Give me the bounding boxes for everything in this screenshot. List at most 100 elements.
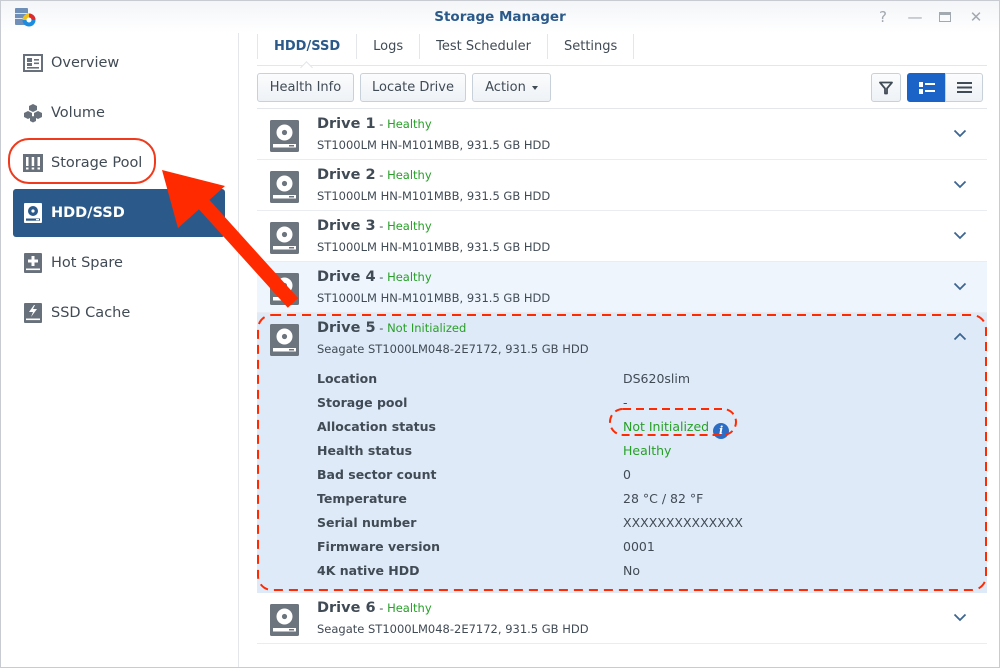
sidebar-item-hot-spare[interactable]: Hot Spare (13, 239, 225, 287)
detail-value: Healthy (623, 443, 671, 458)
drive-model: ST1000LM HN-M101MBB, 931.5 GB HDD (317, 240, 551, 254)
drive-row[interactable]: Drive 6 - Healthy Seagate ST1000LM048-2E7… (257, 593, 987, 644)
drive-title: Drive 6 - Healthy (317, 600, 432, 616)
tab-logs[interactable]: Logs (357, 34, 421, 59)
info-icon[interactable]: i (713, 423, 730, 439)
detail-value: 0001 (623, 539, 655, 554)
sidebar-item-label: Hot Spare (51, 255, 123, 271)
drive-title: Drive 4 - Healthy (317, 269, 432, 285)
drive-row[interactable]: Drive 3 - Healthy ST1000LM HN-M101MBB, 93… (257, 211, 987, 262)
drive-separator: - (375, 321, 388, 335)
tab-test-scheduler[interactable]: Test Scheduler (420, 34, 548, 59)
action-label: Action (485, 80, 526, 95)
detail-row: Serial number XXXXXXXXXXXXXX (317, 515, 917, 539)
list-detail-icon (918, 82, 935, 94)
detail-value-text: Not Initialized (623, 419, 710, 434)
sidebar-item-hdd-ssd[interactable]: HDD/SSD (13, 189, 225, 237)
detail-key: Bad sector count (317, 467, 437, 482)
view-list-button[interactable] (945, 73, 983, 102)
action-button[interactable]: Action (472, 73, 551, 102)
sidebar-item-volume[interactable]: Volume (13, 89, 225, 137)
drive-name: Drive 4 (317, 269, 376, 285)
drive-name: Drive 2 (317, 167, 376, 183)
hdd-icon (23, 203, 43, 223)
detail-value: XXXXXXXXXXXXXX (623, 515, 743, 530)
maximize-button[interactable] (935, 7, 955, 27)
drive-model: ST1000LM HN-M101MBB, 931.5 GB HDD (317, 291, 551, 305)
chevron-down-icon[interactable] (953, 279, 967, 293)
chevron-down-icon[interactable] (953, 177, 967, 191)
detail-value: - (623, 395, 628, 410)
detail-row: Bad sector count 0 (317, 467, 917, 491)
detail-row: Health status Healthy (317, 443, 917, 467)
sidebar-item-overview[interactable]: Overview (13, 39, 225, 87)
minimize-button[interactable]: — (905, 7, 925, 27)
detail-value: Not Initialized i (623, 419, 730, 439)
detail-row: Temperature 28 °C / 82 °F (317, 491, 917, 515)
hot-spare-icon (23, 253, 43, 273)
health-info-button[interactable]: Health Info (257, 73, 354, 102)
sidebar: Overview Volume Storage Pool HDD/SSD Hot… (1, 33, 239, 667)
detail-key: Temperature (317, 491, 407, 506)
main-panel: HDD/SSD Logs Test Scheduler Settings Hea… (241, 33, 999, 667)
drive-separator: - (375, 117, 388, 131)
drive-model: ST1000LM HN-M101MBB, 931.5 GB HDD (317, 138, 551, 152)
chevron-down-icon[interactable] (953, 126, 967, 140)
detail-value: 0 (623, 467, 631, 482)
toolbar: Health Info Locate Drive Action (257, 73, 987, 109)
storage-manager-window: Storage Manager ? — ✕ Overview Volume St… (0, 0, 1000, 668)
drive-title: Drive 2 - Healthy (317, 167, 432, 183)
chevron-up-icon[interactable] (953, 330, 967, 344)
detail-row: 4K native HDD No (317, 563, 917, 587)
close-button[interactable]: ✕ (966, 7, 986, 27)
chevron-down-icon[interactable] (953, 228, 967, 242)
overview-icon (23, 53, 43, 73)
tab-settings[interactable]: Settings (548, 34, 635, 59)
sidebar-item-label: Storage Pool (51, 155, 143, 171)
detail-value-text: DS620slim (623, 371, 691, 386)
storage-pool-icon (23, 153, 43, 173)
hdd-icon (270, 222, 299, 254)
drive-name: Drive 1 (317, 116, 376, 132)
sidebar-item-ssd-cache[interactable]: SSD Cache (13, 289, 225, 337)
drive-status: Healthy (387, 601, 432, 615)
drive-model: Seagate ST1000LM048-2E7172, 931.5 GB HDD (317, 622, 589, 636)
hdd-icon (270, 604, 299, 636)
drive-title: Drive 1 - Healthy (317, 116, 432, 132)
drive-model: ST1000LM HN-M101MBB, 931.5 GB HDD (317, 189, 551, 203)
detail-key: 4K native HDD (317, 563, 420, 578)
drive-name: Drive 5 (317, 320, 376, 336)
help-button[interactable]: ? (873, 7, 893, 27)
filter-button[interactable] (871, 73, 901, 102)
drive-name: Drive 6 (317, 600, 376, 616)
detail-row: Firmware version 0001 (317, 539, 917, 563)
tab-hdd-ssd[interactable]: HDD/SSD (257, 34, 358, 59)
drive-status: Healthy (387, 270, 432, 284)
detail-key: Health status (317, 443, 413, 458)
tab-bar: HDD/SSD Logs Test Scheduler Settings (257, 33, 987, 66)
drive-row[interactable]: Drive 2 - Healthy ST1000LM HN-M101MBB, 93… (257, 160, 987, 211)
locate-drive-button[interactable]: Locate Drive (360, 73, 466, 102)
detail-value: DS620slim (623, 371, 690, 386)
detail-value-text: 28 °C / 82 °F (623, 491, 704, 506)
chevron-down-icon[interactable] (953, 610, 967, 624)
sidebar-item-label: Overview (51, 55, 120, 71)
drive-row[interactable]: Drive 5 - Not Initialized Seagate ST1000L… (257, 313, 987, 593)
drive-name: Drive 3 (317, 218, 376, 234)
drive-title: Drive 5 - Not Initialized (317, 320, 466, 336)
drive-separator: - (375, 168, 388, 182)
window-title: Storage Manager (434, 9, 566, 25)
detail-value-text: 0 (623, 467, 631, 482)
drive-model: Seagate ST1000LM048-2E7172, 931.5 GB HDD (317, 342, 589, 356)
sidebar-item-storage-pool[interactable]: Storage Pool (13, 139, 225, 187)
view-list-detail-button[interactable] (907, 73, 946, 102)
drive-details: Location DS620slim Storage pool - Allocation… (317, 371, 917, 587)
detail-value-text: 0001 (623, 539, 655, 554)
drive-list: Drive 1 - Healthy ST1000LM HN-M101MBB, 93… (257, 109, 987, 644)
drive-row[interactable]: Drive 4 - Healthy ST1000LM HN-M101MBB, 93… (257, 262, 987, 313)
detail-key: Location (317, 371, 378, 386)
drive-title: Drive 3 - Healthy (317, 218, 432, 234)
drive-row[interactable]: Drive 1 - Healthy ST1000LM HN-M101MBB, 93… (257, 109, 987, 160)
detail-key: Firmware version (317, 539, 440, 554)
sidebar-item-label: Volume (51, 105, 105, 121)
